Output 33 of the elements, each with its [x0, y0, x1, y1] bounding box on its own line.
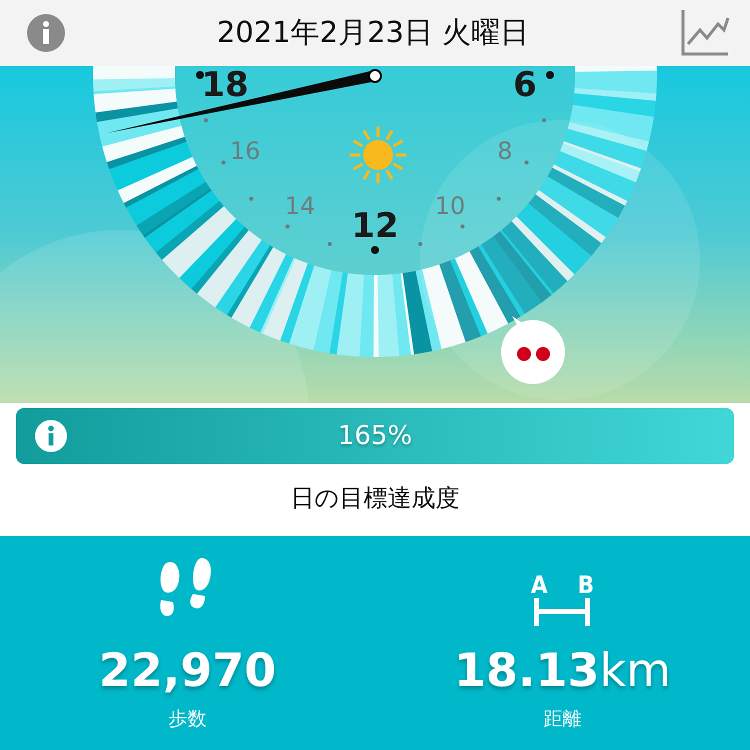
info-icon[interactable] [26, 13, 66, 53]
hour-tick [249, 196, 254, 201]
hour-tick [418, 242, 422, 246]
line-chart-icon[interactable] [680, 8, 730, 58]
hour-tick [524, 160, 529, 164]
hour-tick [221, 160, 226, 164]
hour-label: 16 [230, 137, 260, 165]
hour-tick [204, 118, 208, 122]
hour-label: 14 [284, 192, 316, 220]
hour-label: 8 [497, 137, 513, 165]
stat-value: 22,970 [98, 642, 276, 698]
hour-label: 18 [201, 66, 249, 105]
date-title: 2021年2月23日 火曜日 [216, 14, 530, 51]
hour-tick [460, 224, 464, 229]
goal-label: 日の目標達成度 [290, 483, 460, 514]
speech-bubble-icon[interactable] [501, 316, 565, 384]
hour-tick [286, 224, 290, 229]
hour-tick [371, 246, 379, 254]
hour-label: 6 [513, 66, 537, 105]
hour-tick [546, 71, 554, 79]
stat-value: 18.13km [454, 642, 671, 698]
hour-tick [496, 196, 501, 201]
endpoint-letter: B [578, 572, 594, 598]
hour-tick [542, 118, 546, 122]
hour-tick [196, 71, 204, 79]
hour-label: 12 [351, 206, 399, 246]
stat-label: 距離 [544, 707, 582, 732]
stat-label: 歩数 [168, 707, 206, 732]
distance-bar-icon [532, 598, 592, 628]
hour-label: 10 [434, 192, 466, 220]
hour-tick [328, 242, 332, 246]
sun-icon [350, 126, 406, 184]
endpoint-letter: A [530, 572, 548, 598]
